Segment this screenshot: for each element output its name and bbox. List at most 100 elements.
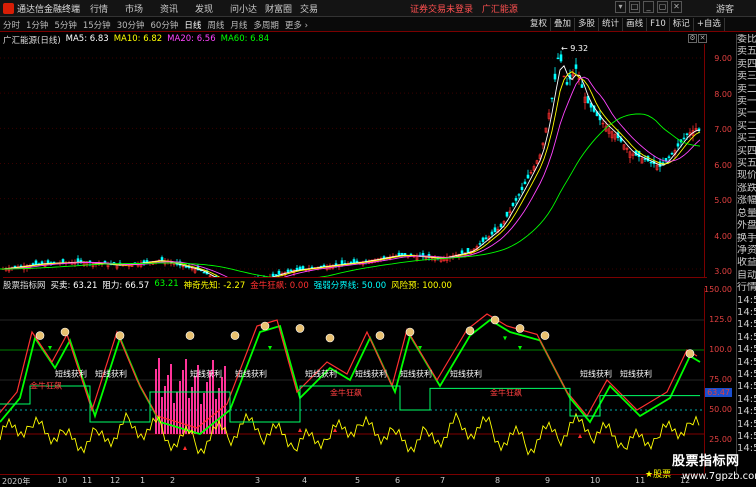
tab-period-2[interactable]: 5分钟 [54, 19, 76, 31]
minimize-icon[interactable]: _ [643, 1, 654, 13]
sidebar-item[interactable]: 现价 [737, 170, 756, 182]
sidebar-item[interactable]: 净资 [737, 245, 756, 257]
sidebar-item[interactable]: 14:5 [737, 332, 756, 344]
sidebar-item[interactable]: 总量 [737, 208, 756, 220]
tab-period-6[interactable]: 日线 [184, 19, 201, 31]
candle-body [478, 243, 482, 245]
sidebar-item[interactable]: 外盘 [737, 220, 756, 232]
chart-tools: 复权 叠加 多股 统计 画线 F10 标记 +自选 [527, 18, 725, 31]
tab-period-9[interactable]: 多周期 [253, 19, 279, 31]
sidebar-item[interactable]: 14:5 [737, 295, 756, 307]
sidebar-item[interactable]: 涨幅 [737, 195, 756, 207]
settings-icon[interactable]: ⚙ [688, 34, 697, 43]
indicator-chart[interactable]: 短线获利 短线获利 短线获利 短线获利 短线获利 短线获利 短线获利 短线获利 短线获利 短线获利… [0, 288, 704, 474]
price-tick: 6.00 [714, 160, 732, 170]
histogram-bar [221, 377, 223, 434]
menu-item-quotes[interactable]: 行情 [90, 2, 125, 15]
candle-body [277, 270, 281, 275]
tab-period-10[interactable]: 更多 › [285, 19, 308, 31]
tool-button-7[interactable]: +自选 [694, 18, 725, 31]
annotation-label: 短线获利 [235, 368, 267, 378]
candle-body [34, 260, 38, 265]
tab-period-8[interactable]: 月线 [230, 19, 247, 31]
tab-period-3[interactable]: 15分钟 [83, 19, 111, 31]
maximize-icon[interactable]: ▢ [657, 1, 668, 13]
sidebar-item[interactable]: 卖一 [737, 96, 756, 108]
menu-item-ask[interactable]: 问小达 [230, 2, 265, 15]
sidebar-item[interactable]: 14:5 [737, 406, 756, 418]
sidebar-item[interactable]: 买四 [737, 146, 756, 158]
indicator-tick: 75.00 [709, 375, 732, 384]
stock-name-link[interactable]: 广汇能源 [482, 5, 518, 15]
tab-period-4[interactable]: 30分钟 [117, 19, 145, 31]
tool-button-2[interactable]: 多股 [575, 18, 600, 31]
tool-button-0[interactable]: 复权 [527, 18, 552, 31]
sidebar-item[interactable]: 卖五 [737, 46, 756, 58]
annotation-label: 短线获利 [400, 368, 432, 378]
candle-body [466, 247, 470, 253]
tab-period-5[interactable]: 60分钟 [151, 19, 179, 31]
ma60-line [0, 113, 701, 278]
sidebar-item[interactable]: 卖四 [737, 59, 756, 71]
dropdown-icon[interactable]: ▾ [615, 1, 626, 13]
buy-arrow-icon [578, 434, 582, 438]
tab-period-7[interactable]: 周线 [207, 19, 224, 31]
sidebar-item[interactable]: 行情 [737, 282, 756, 294]
sidebar-item[interactable]: 14:5 [737, 319, 756, 331]
sidebar-item[interactable]: 买二 [737, 121, 756, 133]
candle-body [523, 181, 527, 185]
menu-item-wealth[interactable]: 财富圈 [265, 2, 300, 15]
indicator-name[interactable]: 股票指标网 [3, 279, 46, 291]
sidebar-item[interactable]: 卖二 [737, 84, 756, 96]
annotation-label: 短线获利 [190, 368, 222, 378]
tool-button-5[interactable]: F10 [647, 18, 670, 31]
sidebar-item[interactable]: 14:5 [737, 419, 756, 431]
candle-body [514, 198, 518, 201]
guest-user[interactable]: 游客 [716, 2, 734, 15]
indicator-value-0: 买卖: 63.21 [50, 281, 98, 291]
sidebar-item[interactable]: 换手 [737, 233, 756, 245]
indicator-value-5: 强弱分界线: 50.00 [313, 281, 387, 291]
sidebar-item[interactable]: 收益 [737, 257, 756, 269]
menu-item-discover[interactable]: 发现 [195, 2, 230, 15]
sidebar-item[interactable]: 14:5 [737, 344, 756, 356]
tab-period-0[interactable]: 分时 [3, 19, 20, 31]
candlestick-chart[interactable]: ← 9.32↑2.40 [0, 44, 704, 278]
sidebar-item[interactable]: 买五 [737, 158, 756, 170]
indicator-value-2: 63.21 [154, 279, 179, 289]
candle-body [322, 264, 326, 267]
candle-body [289, 269, 293, 272]
menu-item-trade[interactable]: 交易 [300, 2, 335, 15]
sidebar-item[interactable]: 卖三 [737, 71, 756, 83]
sidebar-item[interactable]: 14:5 [737, 357, 756, 369]
sidebar-item[interactable]: 14:5 [737, 394, 756, 406]
sidebar-item[interactable]: 14:5 [737, 369, 756, 381]
candle-body [493, 227, 497, 233]
sidebar-item[interactable]: 14:5 [737, 381, 756, 393]
main-menu: 行情 市场 资讯 发现 问小达 财富圈 交易 [90, 2, 335, 15]
sidebar-item[interactable]: 涨跌 [737, 183, 756, 195]
trade-login-status[interactable]: 证券交易未登录 [410, 5, 473, 15]
sidebar-item[interactable]: 14:5 [737, 431, 756, 443]
sidebar-item[interactable]: 委比 [737, 34, 756, 46]
sidebar-item[interactable]: 买三 [737, 133, 756, 145]
restore-icon[interactable]: □ [629, 1, 640, 13]
annotation-label: 金牛狂飙 [330, 388, 362, 398]
sidebar-item[interactable]: 自动 [737, 270, 756, 282]
tool-button-1[interactable]: 叠加 [551, 18, 576, 31]
tool-button-4[interactable]: 画线 [623, 18, 648, 31]
menu-item-news[interactable]: 资讯 [160, 2, 195, 15]
sidebar-item[interactable]: 买一 [737, 108, 756, 120]
date-tick: 4 [302, 476, 308, 485]
date-tick: 6 [395, 476, 401, 485]
buy-arrow-icon [183, 446, 187, 450]
tool-button-6[interactable]: 标记 [670, 18, 694, 31]
close-icon[interactable]: ✕ [671, 1, 682, 13]
close-chart-icon[interactable]: ✕ [698, 34, 707, 43]
tab-period-1[interactable]: 1分钟 [26, 19, 48, 31]
sidebar-item[interactable]: 14:5 [737, 307, 756, 319]
price-tick: 9.00 [714, 54, 732, 63]
date-tick: 11 [82, 476, 93, 485]
menu-item-market[interactable]: 市场 [125, 2, 160, 15]
tool-button-3[interactable]: 统计 [599, 18, 624, 31]
